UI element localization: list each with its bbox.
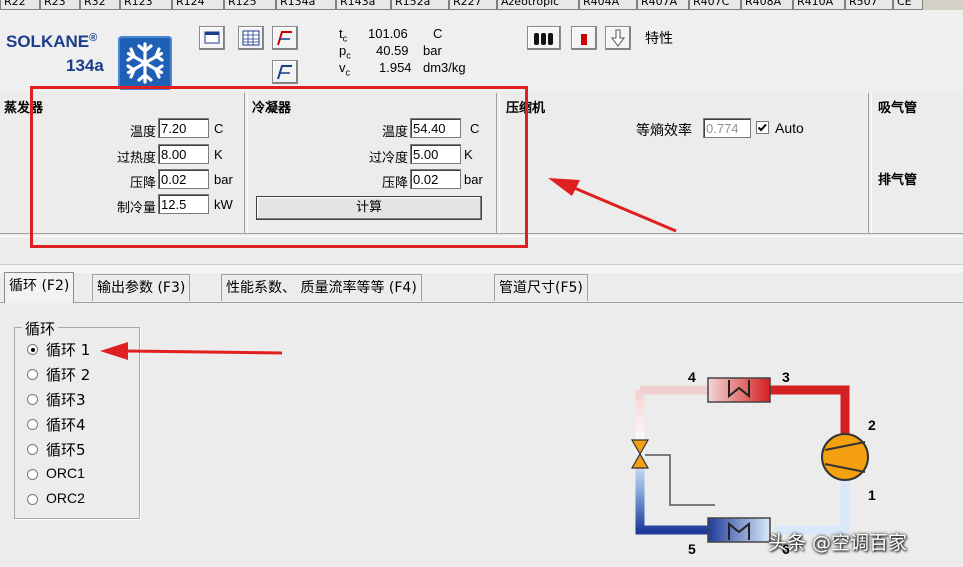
point-label-2: 2 <box>868 417 876 433</box>
point-label-5: 5 <box>688 541 696 557</box>
arrow-to-cycle1 <box>100 342 283 360</box>
evaporator-hx-icon <box>707 517 771 543</box>
suction-line <box>775 480 850 535</box>
point-label-3: 3 <box>782 369 790 385</box>
watermark: 头条 @空调百家 <box>768 532 908 554</box>
point-label-4: 4 <box>688 369 696 385</box>
compressor-icon <box>821 433 869 481</box>
point-label-1: 1 <box>868 487 876 503</box>
arrow-to-panel <box>548 178 677 233</box>
discharge-line <box>770 385 850 440</box>
bypass-line <box>645 454 715 506</box>
expansion-valve-icon <box>630 439 650 469</box>
liquid-line <box>635 390 715 535</box>
condenser-hx-icon <box>707 377 771 403</box>
